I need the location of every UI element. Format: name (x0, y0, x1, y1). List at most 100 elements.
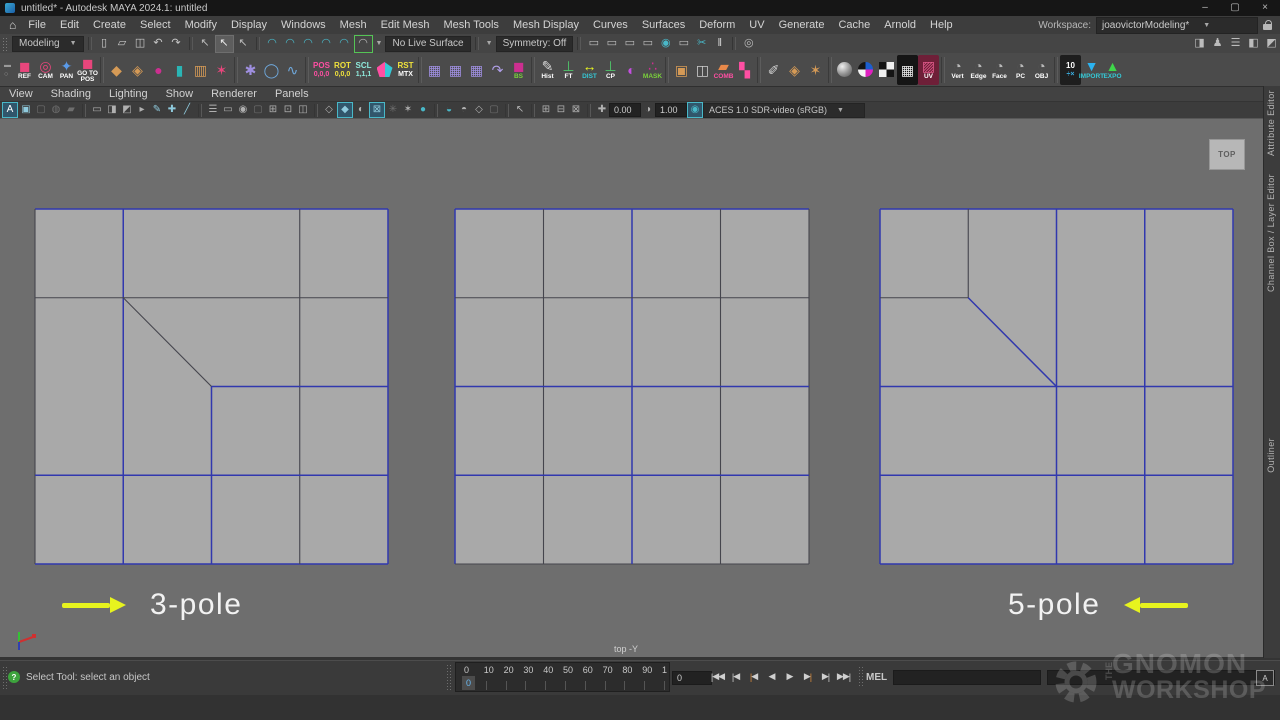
timeline-playhead[interactable]: 0 (462, 676, 475, 690)
shelf-rst-pentagon-button[interactable] (374, 55, 395, 85)
view-transform-select[interactable]: ACES 1.0 SDR-video (sRGB)▼ (703, 103, 865, 118)
menu-modify[interactable]: Modify (178, 19, 224, 31)
shelf-curved-arrow-button[interactable]: ↷ (487, 55, 508, 85)
menu-edit[interactable]: Edit (53, 19, 86, 31)
snap-center-icon[interactable]: ◠ (318, 36, 335, 52)
sidebar-tab-channel-box-layer-editor[interactable]: Channel Box / Layer Editor (1266, 174, 1276, 292)
drag-handle[interactable] (446, 664, 452, 690)
panel-menu-view[interactable]: View (0, 88, 42, 100)
attribute-editor-toggle-icon[interactable]: ◨ (1191, 36, 1208, 52)
safe-title-icon[interactable]: ⊡ (281, 103, 295, 117)
shelf-switcher[interactable]: ▬○ (4, 62, 11, 78)
shelf-material-ball-button[interactable] (834, 55, 855, 85)
menu-deform[interactable]: Deform (692, 19, 742, 31)
shelf-poly-cylinder-button[interactable]: ▮ (169, 55, 190, 85)
menu-select[interactable]: Select (133, 19, 178, 31)
menu-uv[interactable]: UV (742, 19, 771, 31)
shelf-diamond-button[interactable]: ◈ (784, 55, 805, 85)
shelf-circle-tool-button[interactable]: ◯ (261, 55, 282, 85)
grease-pencil-icon[interactable]: ✎ (150, 103, 164, 117)
chevron-down-icon[interactable]: ▼ (373, 40, 386, 47)
lock-icon[interactable] (1263, 20, 1274, 31)
pan-zoom-icon[interactable]: ◨ (105, 103, 119, 117)
shelf-wire-cube-2-button[interactable]: ▦ (445, 55, 466, 85)
pause-viewport-icon[interactable]: ‖ (711, 36, 728, 52)
shelf-poly-sun-button[interactable]: ✶ (211, 55, 232, 85)
live-surface-field[interactable]: No Live Surface (385, 36, 470, 52)
shelf-checker-button[interactable] (876, 55, 897, 85)
frame-all-icon[interactable]: ◫ (296, 103, 310, 117)
menu-mesh-tools[interactable]: Mesh Tools (437, 19, 506, 31)
shelf-go-to-pos-button[interactable]: ◼GO TO POS (77, 55, 98, 85)
go-to-start-button[interactable]: |◀◀ (710, 668, 725, 685)
shelf-crate-button[interactable]: ▣ (671, 55, 692, 85)
drag-handle[interactable] (858, 666, 864, 688)
camera-view-icon[interactable]: ▭ (90, 103, 104, 117)
step-forward-key-button[interactable]: ▶| (800, 668, 815, 685)
play-backwards-button[interactable]: ◀ (764, 668, 779, 685)
shelf-poly-cube-button[interactable]: ◈ (127, 55, 148, 85)
step-forward-frame-button[interactable]: ▶| (818, 668, 833, 685)
menu-curves[interactable]: Curves (586, 19, 635, 31)
snap-curve-icon[interactable]: ◠ (282, 36, 299, 52)
sidebar-tab-attribute-editor[interactable]: Attribute Editor (1266, 90, 1276, 156)
shelf-color-quadrants-button[interactable] (855, 55, 876, 85)
copy-view-icon[interactable]: ⊞ (539, 103, 553, 117)
shelf-rot-button[interactable]: ROT0,0,0 (332, 55, 353, 85)
shaded-icon[interactable]: ◆ (337, 102, 353, 118)
shelf-uv-editor-button[interactable]: ▨UV (918, 55, 939, 85)
zoom-view-icon[interactable]: ◩ (120, 103, 134, 117)
film-gate-icon[interactable]: ☰ (206, 103, 220, 117)
symmetry-field[interactable]: Symmetry: Off (496, 36, 574, 52)
menu-surfaces[interactable]: Surfaces (635, 19, 692, 31)
camera-attributes-icon[interactable]: ▢ (34, 103, 48, 117)
select-hierarchy-icon[interactable]: ↖ (197, 36, 214, 52)
menu-display[interactable]: Display (224, 19, 274, 31)
mesh-5-pole[interactable] (879, 208, 1234, 565)
panel-menu-panels[interactable]: Panels (266, 88, 318, 100)
lock-camera-icon[interactable]: ▣ (19, 103, 33, 117)
isolate-select-icon[interactable]: ↖ (513, 103, 527, 117)
render-view-icon[interactable]: ▭ (585, 36, 602, 52)
menu-set-dropdown[interactable]: Modeling▼ (12, 36, 84, 52)
panel-menu-renderer[interactable]: Renderer (202, 88, 266, 100)
shelf-poly-sphere-button[interactable]: ● (148, 55, 169, 85)
shelf-pencil-button[interactable]: ✐ (763, 55, 784, 85)
tool-settings-toggle-icon[interactable]: ♟ (1209, 36, 1226, 52)
shelf-comb-button[interactable]: ▰COMB (713, 55, 734, 85)
menu-help[interactable]: Help (923, 19, 960, 31)
step-back-key-button[interactable]: |◀ (746, 668, 761, 685)
snap-view-plane-icon[interactable]: ◠ (336, 36, 353, 52)
gamma-icon[interactable]: ◑ (641, 103, 655, 117)
occlusion-icon[interactable]: ◒ (442, 103, 456, 117)
current-frame-field[interactable]: 0 (672, 671, 712, 685)
shelf-scl-button[interactable]: SCL1,1,1 (353, 55, 374, 85)
shelf-poly-plane-button[interactable]: ◆ (106, 55, 127, 85)
home-icon[interactable]: ⌂ (9, 18, 16, 32)
go-to-end-button[interactable]: ▶▶| (836, 668, 851, 685)
wireframe-icon[interactable]: ◇ (322, 103, 336, 117)
menu-cache[interactable]: Cache (831, 19, 877, 31)
drag-handle[interactable] (2, 37, 8, 51)
command-input[interactable] (893, 670, 1041, 685)
shelf-mirror-button[interactable]: ◐ (621, 55, 642, 85)
shelf-edge-button[interactable]: ◔Edge (968, 55, 989, 85)
mel-label[interactable]: MEL (866, 672, 887, 683)
select-camera-icon[interactable]: A (2, 102, 18, 118)
shelf-vertex-pin-button[interactable]: ◫ (692, 55, 713, 85)
channel-box-toggle-icon[interactable]: ☰ (1227, 36, 1244, 52)
snap-grid-icon[interactable]: ◠ (264, 36, 281, 52)
motion-blur-icon[interactable]: ◓ (457, 103, 471, 117)
select-object-icon[interactable]: ↖ (215, 35, 234, 53)
shelf-pc-button[interactable]: ◔PC (1010, 55, 1031, 85)
shelf-pos-button[interactable]: POS0,0,0 (311, 55, 332, 85)
shelf-quad-squares-button[interactable]: ▚ (734, 55, 755, 85)
shelf-rst-mtx-button[interactable]: RSTMTX (395, 55, 416, 85)
shelf-ft-button[interactable]: ⊥FT (558, 55, 579, 85)
make-live-icon[interactable]: ◠ (354, 35, 373, 53)
menu-file[interactable]: File (21, 19, 53, 31)
step-back-frame-button[interactable]: |◀ (728, 668, 743, 685)
workspace-dropdown[interactable]: joaovictorModeling* ▼ (1096, 17, 1258, 34)
all-lights-icon[interactable]: ✶ (401, 103, 415, 117)
snap-point-icon[interactable]: ◠ (300, 36, 317, 52)
